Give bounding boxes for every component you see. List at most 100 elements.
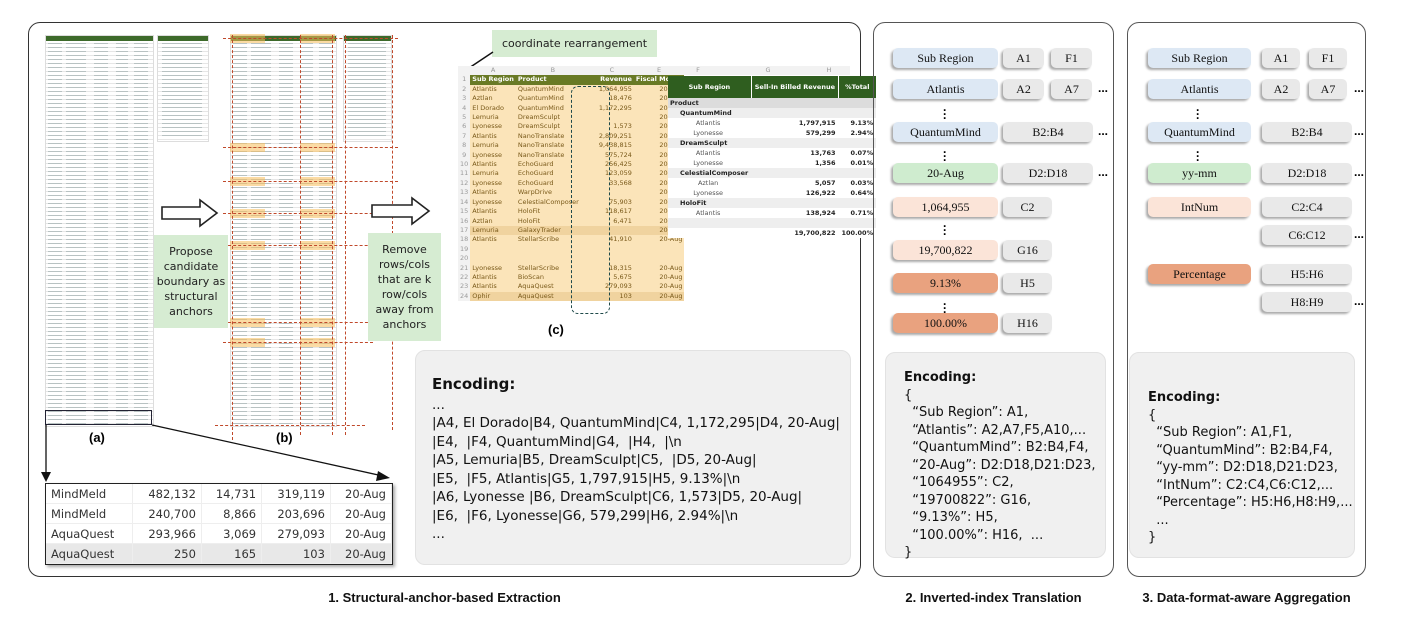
table-row: AquaQuest 293,966 3,069 279,093 20-Aug — [46, 523, 393, 544]
pivot-percent — [838, 138, 877, 148]
sheet-cell: Lyonesse — [470, 150, 516, 161]
cell-reference-pill: A1 — [1262, 48, 1300, 68]
sheet-cell: Atlantis — [470, 272, 516, 283]
cell-reference-pill: H8:H9 — [1262, 292, 1352, 312]
sheet-cell: Lyonesse — [470, 122, 516, 132]
label-c: (c) — [548, 322, 564, 337]
pivot-column-header: Sub Region — [668, 76, 752, 98]
pivot-percent: 9.13% — [838, 118, 877, 128]
cell-reference-pill: H16 — [1003, 313, 1052, 333]
row-number: 11 — [458, 169, 471, 179]
pivot-row: HoloFit — [668, 198, 877, 208]
pivot-row: Atlantis 138,924 0.71% — [668, 208, 877, 218]
cell-reference-pill: F1 — [1309, 48, 1347, 68]
more-ellipsis: ... — [1354, 124, 1365, 138]
cell-reference-pill: H5 — [1003, 273, 1052, 293]
sheet-cell — [470, 254, 516, 264]
pivot-value: 19,700,822 — [751, 228, 839, 238]
vertical-ellipsis-icon: · · · — [943, 145, 947, 167]
vertical-ellipsis-icon: · · · — [1196, 145, 1200, 167]
pivot-value: 13,763 — [751, 148, 839, 158]
pivot-label: QuantumMind — [668, 108, 752, 118]
pivot-row: DreamSculpt — [668, 138, 877, 148]
pivot-percent: 2.94% — [838, 128, 877, 138]
pivot-label: Atlantis — [668, 118, 752, 128]
sheet-cell: El Dorado — [470, 103, 516, 114]
pivot-value: 1,356 — [751, 158, 839, 168]
more-ellipsis: ... — [1098, 165, 1109, 179]
column-letter: H — [808, 66, 850, 75]
row-number: 21 — [458, 263, 471, 273]
pivot-row — [668, 218, 877, 228]
pivot-column-header: %Total — [838, 76, 877, 98]
pivot-percent — [838, 218, 877, 228]
value-pill: QuantumMind — [893, 122, 998, 142]
encoding-line: “100.00%”: H16, ... — [904, 527, 1044, 543]
table-cell: 3,069 — [201, 523, 263, 544]
encoding-title: Encoding: — [432, 375, 516, 393]
pivot-row: Atlantis 1,797,915 9.13% — [668, 118, 877, 128]
sheet-cell: 20-Aug — [633, 291, 685, 302]
table-cell: 20-Aug — [330, 523, 393, 544]
table-cell: 250 — [132, 543, 202, 564]
vertical-ellipsis-icon: · · · — [943, 297, 947, 319]
table-row: AquaQuest 250 165 103 20-Aug — [46, 543, 393, 564]
row-number: 3 — [458, 94, 471, 104]
value-pill: Sub Region — [893, 48, 998, 68]
pivot-value: 5,057 — [751, 178, 839, 188]
row-number: 17 — [458, 225, 471, 236]
pivot-row: Lyonesse 579,299 2.94% — [668, 128, 877, 138]
pivot-percent — [838, 198, 877, 208]
cell-reference-pill: A7 — [1309, 79, 1347, 99]
cell-reference-pill: A1 — [1003, 48, 1044, 68]
table-cell: 482,132 — [132, 484, 202, 504]
encoding-line: { — [1148, 407, 1157, 423]
more-ellipsis: ... — [1354, 227, 1365, 241]
value-pill: 19,700,822 — [893, 240, 998, 260]
table-cell: 293,966 — [132, 523, 202, 544]
cell-reference-pill: B2:B4 — [1003, 122, 1093, 142]
value-pill: Sub Region — [1148, 48, 1251, 68]
encoding-line: “9.13%”: H5, — [904, 510, 998, 525]
encoding-line: |A6, Lyonesse |B6, DreamSculpt|C6, 1,573… — [432, 489, 803, 505]
sheet-cell — [633, 254, 685, 264]
table-cell: MindMeld — [46, 503, 134, 524]
pivot-row: CelestialComposer — [668, 168, 877, 178]
table-row: MindMeld 240,700 8,866 203,696 20-Aug — [46, 503, 393, 524]
value-pill: Atlantis — [1148, 79, 1251, 99]
encoding-line: “1064955”: C2, — [904, 475, 1014, 490]
row-number: 16 — [458, 216, 471, 226]
sheet-cell: Atlantis — [470, 235, 516, 245]
sheet-cell: Atlantis — [470, 282, 516, 292]
encoding-line: } — [1148, 530, 1157, 545]
column-letter: G — [728, 66, 808, 75]
more-ellipsis: ... — [1098, 124, 1109, 138]
encoding-line: |A5, Lemuria|B5, DreamSculpt|C5, |D5, 20… — [432, 452, 757, 468]
row-number: 1 — [458, 75, 471, 85]
encoding-box-1: Encoding: ... |A4, El Dorado|B4, QuantumM… — [415, 350, 851, 565]
cell-reference-pill: F1 — [1051, 48, 1092, 68]
table-cell: 165 — [201, 543, 263, 564]
row-number: 5 — [458, 113, 471, 123]
column-letter: B — [515, 66, 590, 76]
encoding-line: “19700822”: G16, — [904, 492, 1032, 508]
row-number: 15 — [458, 207, 471, 217]
pivot-label: CelestialComposer — [668, 168, 752, 178]
header-row: 1 Sub Region Product Revenue Fiscal Month — [458, 75, 685, 85]
sheet-cell: Lyonesse — [470, 197, 516, 208]
encoding-box-3: Encoding: { “Sub Region”: A1,F1, “Quantu… — [1129, 352, 1355, 558]
table-row: MindMeld 482,132 14,731 319,119 20-Aug — [46, 484, 393, 504]
cell-reference-pill: D2:D18 — [1003, 163, 1093, 183]
zoomed-rows-table: MindMeld 482,132 14,731 319,119 20-Aug MindMe… — [45, 483, 393, 565]
encoding-line: “Sub Region”: A1, — [904, 405, 1029, 420]
pivot-percent: 0.07% — [838, 148, 877, 158]
row-number: 9 — [458, 150, 471, 161]
pivot-label — [668, 218, 752, 228]
caption-1: 1. Structural-anchor-based Extraction — [328, 590, 561, 605]
vertical-ellipsis-icon: · · · — [943, 103, 947, 125]
encoding-title: Encoding: — [1148, 390, 1221, 405]
encoding-line: { — [904, 387, 913, 403]
pivot-row: Atlantis 13,763 0.07% — [668, 148, 877, 158]
table-cell: 20-Aug — [330, 484, 393, 504]
pivot-row: Product — [668, 98, 877, 108]
